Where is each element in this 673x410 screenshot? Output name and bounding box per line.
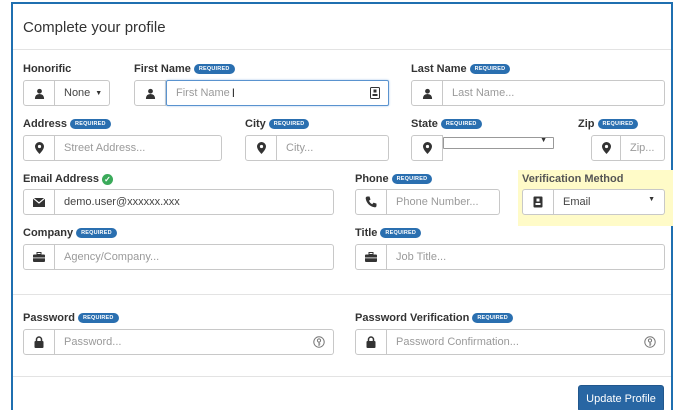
- user-icon: [23, 80, 55, 106]
- user-icon: [411, 80, 443, 106]
- map-marker-icon: [591, 135, 621, 161]
- company-input[interactable]: Agency/Company...: [55, 244, 334, 270]
- honorific-select[interactable]: None ▼: [55, 80, 110, 106]
- password-label: Password REQUIRED: [23, 312, 119, 324]
- page-title: Complete your profile: [23, 19, 166, 36]
- caret-down-icon: ▼: [540, 137, 547, 144]
- required-badge: REQUIRED: [380, 228, 422, 238]
- last-name-label: Last Name REQUIRED: [411, 63, 511, 75]
- phone-input[interactable]: Phone Number...: [387, 189, 500, 215]
- envelope-icon: [23, 189, 55, 215]
- required-badge: REQUIRED: [77, 313, 119, 323]
- required-badge: REQUIRED: [440, 119, 482, 129]
- lock-icon: [355, 329, 387, 355]
- map-marker-icon: [23, 135, 55, 161]
- password-confirmation-input[interactable]: Password Confirmation...: [387, 329, 665, 355]
- briefcase-icon: [355, 244, 387, 270]
- briefcase-icon: [23, 244, 55, 270]
- job-title-input[interactable]: Job Title...: [387, 244, 665, 270]
- required-badge: REQUIRED: [597, 119, 639, 129]
- city-label: City REQUIRED: [245, 118, 310, 130]
- lock-icon: [23, 329, 55, 355]
- password-input[interactable]: Password...: [55, 329, 334, 355]
- divider: [13, 294, 671, 295]
- required-badge: REQUIRED: [76, 228, 117, 238]
- map-marker-icon: [411, 135, 443, 161]
- password-verification-label: Password Verification REQUIRED: [355, 312, 513, 324]
- city-input[interactable]: City...: [277, 135, 389, 161]
- text-cursor-icon: I: [231, 86, 236, 100]
- required-badge: REQUIRED: [70, 119, 111, 129]
- verification-method-label: Verification Method: [522, 173, 624, 185]
- state-label: State REQUIRED: [411, 118, 482, 130]
- required-badge: REQUIRED: [469, 64, 511, 74]
- update-profile-button[interactable]: Update Profile: [578, 385, 664, 410]
- caret-down-icon: ▼: [95, 89, 103, 97]
- panel-header: Complete your profile: [13, 4, 671, 50]
- required-badge: REQUIRED: [391, 174, 433, 184]
- check-circle-icon: ✓: [102, 173, 114, 185]
- verification-method-select[interactable]: Email ▼: [554, 189, 665, 215]
- contact-card-icon[interactable]: [370, 87, 380, 99]
- title-label: Title REQUIRED: [355, 227, 422, 239]
- user-icon: [134, 80, 166, 106]
- contact-card-icon: [522, 189, 554, 215]
- state-select[interactable]: ▼: [443, 137, 554, 149]
- last-name-input[interactable]: Last Name...: [443, 80, 665, 106]
- first-name-input[interactable]: First Name I: [166, 80, 389, 106]
- honorific-label: Honorific: [23, 63, 72, 75]
- address-label: Address REQUIRED: [23, 118, 111, 130]
- required-badge: REQUIRED: [472, 313, 513, 323]
- zip-label: Zip REQUIRED: [578, 118, 639, 130]
- map-marker-icon: [245, 135, 277, 161]
- email-label: Email Address ✓: [23, 173, 114, 185]
- email-input[interactable]: demo.user@xxxxxx.xxx: [55, 189, 334, 215]
- first-name-label: First Name REQUIRED: [134, 63, 235, 75]
- phone-icon: [355, 189, 387, 215]
- zip-input[interactable]: Zip...: [621, 135, 665, 161]
- required-badge: REQUIRED: [268, 119, 310, 129]
- key-icon[interactable]: [313, 336, 325, 348]
- phone-label: Phone REQUIRED: [355, 173, 433, 185]
- key-icon[interactable]: [644, 336, 656, 348]
- caret-down-icon: ▼: [648, 196, 655, 203]
- street-address-input[interactable]: Street Address...: [55, 135, 222, 161]
- company-label: Company REQUIRED: [23, 227, 117, 239]
- profile-panel: Complete your profile Honorific First Na…: [11, 2, 673, 410]
- required-badge: REQUIRED: [193, 64, 235, 74]
- divider: [13, 376, 671, 377]
